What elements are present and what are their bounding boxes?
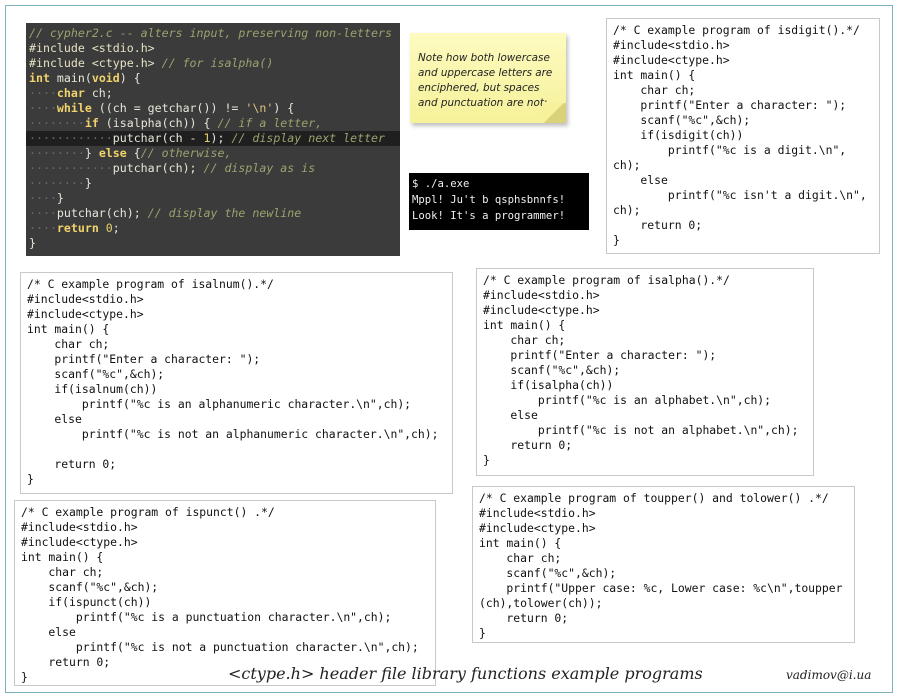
code-token: putchar(ch); <box>112 161 204 175</box>
code-line: #include <ctype.h> // for isalpha() <box>26 56 400 71</box>
code-isalpha: /* C example program of isalpha().*/ #in… <box>483 273 799 467</box>
code-box-toupper-tolower: /* C example program of toupper() and to… <box>472 486 855 643</box>
code-token: { <box>126 146 141 160</box>
code-token: ········ <box>29 176 85 190</box>
code-token: ···· <box>29 86 57 100</box>
code-token: ···· <box>29 191 57 205</box>
code-token: ········ <box>29 146 85 160</box>
code-token: <stdio.h> <box>91 41 155 55</box>
code-box-isdigit: /* C example program of isdigit().*/ #in… <box>606 18 880 254</box>
code-box-isalpha: /* C example program of isalpha().*/ #in… <box>476 268 814 476</box>
code-token: ) { <box>273 101 295 115</box>
code-line: ····} <box>26 191 400 206</box>
terminal-line: Mppl! Ju't b qsphsbnnfs! <box>412 194 566 206</box>
code-token: // otherwise, <box>140 146 232 160</box>
code-token: ···· <box>29 221 57 235</box>
code-line: } <box>26 236 400 251</box>
code-token: char <box>56 86 85 100</box>
code-token: (isalpha(ch)) { <box>98 116 218 130</box>
code-token: ) { <box>119 71 141 85</box>
code-token: while <box>56 101 92 115</box>
code-line: // cypher2.c -- alters input, preserving… <box>26 26 400 41</box>
code-line: ········} <box>26 176 400 191</box>
page-curl-icon <box>542 103 566 123</box>
terminal-line: $ ./a.exe <box>412 178 470 190</box>
code-token: // for isalpha() <box>154 56 274 70</box>
code-token: putchar(ch - <box>112 131 204 145</box>
code-token: ((ch = getchar()) != <box>91 101 246 115</box>
code-token: } <box>56 191 64 205</box>
code-line: #include <stdio.h> <box>26 41 400 56</box>
code-token: // display as is <box>203 161 316 175</box>
code-token: // if a letter, <box>217 116 323 130</box>
code-token: '\n' <box>245 101 274 115</box>
code-line: ········} else {// otherwise, <box>26 146 400 161</box>
code-token: } <box>84 146 99 160</box>
page-caption: <ctype.h> header file library functions … <box>228 664 703 683</box>
highlighted-code-line: ············putchar(ch - 1); // display … <box>26 131 400 146</box>
code-box-ispunct: /* C example program of ispunct() .*/ #i… <box>14 500 436 686</box>
code-token: ···· <box>29 206 57 220</box>
code-line: ········if (isalpha(ch)) { // if a lette… <box>26 116 400 131</box>
sticky-note-text: Note how both lowercase and uppercase le… <box>418 52 553 109</box>
code-token: int <box>29 71 50 85</box>
code-line: int main(void) { <box>26 71 400 86</box>
code-token: ···· <box>29 101 57 115</box>
code-ispunct: /* C example program of ispunct() .*/ #i… <box>21 505 419 684</box>
code-line: ····putchar(ch); // display the newline <box>26 206 400 221</box>
code-token: ch; <box>84 86 113 100</box>
sticky-note: Note how both lowercase and uppercase le… <box>410 33 566 123</box>
code-token: putchar(ch); <box>56 206 148 220</box>
terminal-line: Look! It's a programmer! <box>412 210 566 222</box>
code-token: #include <box>29 41 92 55</box>
code-token: else <box>98 146 127 160</box>
code-token: if <box>84 116 99 130</box>
code-token: main( <box>49 71 92 85</box>
code-token: 1 <box>203 131 211 145</box>
code-line: ····return 0; <box>26 221 400 236</box>
code-toupper-tolower: /* C example program of toupper() and to… <box>479 491 843 640</box>
code-token: #include <box>29 56 92 70</box>
code-token: ; <box>112 221 120 235</box>
author-email: vadimov@i.ua <box>786 668 872 682</box>
terminal-output: $ ./a.exe Mppl! Ju't b qsphsbnnfs! Look!… <box>409 173 589 230</box>
code-token: 0 <box>105 221 113 235</box>
code-token: void <box>91 71 120 85</box>
code-token: // cypher2.c -- alters input, preserving… <box>29 26 392 40</box>
code-isalnum: /* C example program of isalnum().*/ #in… <box>27 277 439 486</box>
code-editor-cypher2: // cypher2.c -- alters input, preserving… <box>26 23 400 256</box>
code-token: ············ <box>29 161 113 175</box>
code-isdigit: /* C example program of isdigit().*/ #in… <box>613 23 867 247</box>
code-token: ············ <box>29 131 113 145</box>
code-token: <ctype.h> <box>91 56 155 70</box>
code-token: ········ <box>29 116 85 130</box>
code-line: ····while ((ch = getchar()) != '\n') { <box>26 101 400 116</box>
code-token: // display the newline <box>147 206 302 220</box>
code-token: } <box>84 176 92 190</box>
code-token: return <box>56 221 99 235</box>
code-box-isalnum: /* C example program of isalnum().*/ #in… <box>20 272 453 494</box>
code-line: ············putchar(ch); // display as i… <box>26 161 400 176</box>
code-token: } <box>29 236 36 250</box>
code-line: ····char ch; <box>26 86 400 101</box>
code-token: // display next letter <box>231 131 386 145</box>
code-token: ); <box>210 131 232 145</box>
